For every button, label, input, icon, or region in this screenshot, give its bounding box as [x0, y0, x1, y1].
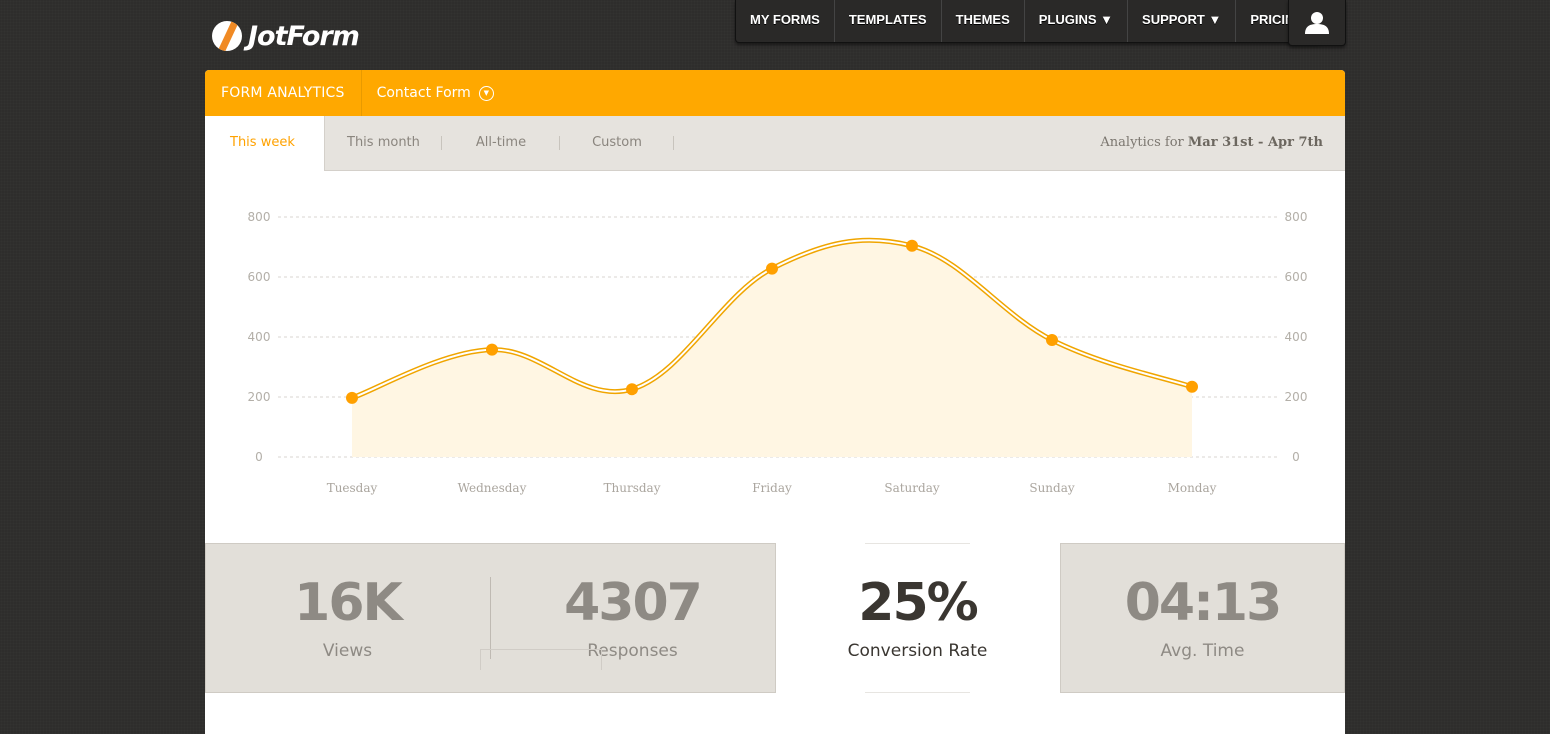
x-tick-label: Sunday [1029, 481, 1075, 495]
data-point-monday [1186, 380, 1198, 393]
data-point-thursday [626, 383, 638, 396]
top-navigation: MY FORMS TEMPLATES THEMES PLUGINS ▼ SUPP… [735, 0, 1320, 43]
data-point-sunday [1046, 334, 1058, 346]
nav-my-forms[interactable]: MY FORMS [736, 0, 835, 42]
views-line-chart: 0 0 200 200 400 400 600 600 800 800 Tuesday Wednesd… [248, 210, 1308, 495]
nav-templates[interactable]: TEMPLATES [835, 0, 942, 42]
stats-row: 16K Views 4307 Responses 25% Conversion … [205, 543, 1345, 693]
tab-all-time[interactable]: All-time [442, 116, 561, 170]
stat-conversion-rate: 25% Conversion Rate [775, 543, 1060, 691]
nav-plugins[interactable]: PLUGINS ▼ [1025, 0, 1129, 42]
jotform-logo-icon [212, 21, 242, 51]
bottom-panel-tab [480, 649, 602, 670]
stat-label: Conversion Rate [847, 641, 988, 661]
data-point-tuesday [346, 391, 358, 404]
user-icon [1305, 11, 1329, 34]
nav-themes[interactable]: THEMES [942, 0, 1025, 42]
y-tick-label-right: 400 [1285, 330, 1308, 344]
analytics-card: FORM ANALYTICS Contact Form ▼ This week … [205, 70, 1345, 734]
stat-avg-time: 04:13 Avg. Time [1060, 543, 1345, 691]
x-tick-label: Monday [1168, 481, 1217, 495]
tab-this-week[interactable]: This week [205, 115, 325, 171]
y-tick-label-right: 800 [1285, 210, 1308, 224]
stat-value: 16K [294, 573, 403, 633]
user-account-button[interactable] [1288, 0, 1346, 46]
jotform-logo[interactable]: JotForm [212, 18, 360, 54]
stats-highlight-bottom-line [865, 692, 970, 693]
tab-custom[interactable]: Custom [560, 116, 674, 170]
chevron-down-circle-icon: ▼ [478, 85, 494, 101]
page-title: FORM ANALYTICS [205, 70, 362, 116]
y-tick-label-left: 800 [248, 210, 271, 224]
stat-views: 16K Views [205, 543, 490, 691]
data-point-saturday [906, 239, 918, 252]
y-tick-label-left: 600 [248, 270, 271, 284]
stat-value: 25% [858, 573, 978, 633]
form-selector[interactable]: Contact Form ▼ [362, 85, 509, 101]
x-tick-label: Friday [752, 481, 792, 495]
stat-label: Views [322, 641, 373, 661]
y-tick-label-right: 200 [1285, 390, 1308, 404]
date-range-tabs: This week This month All-time Custom Ana… [205, 115, 1345, 171]
analytics-date-range: Analytics for Mar 31st - Apr 7th [1100, 116, 1323, 170]
form-selector-label: Contact Form [376, 85, 471, 101]
y-tick-label-right: 0 [1292, 450, 1300, 464]
data-point-wednesday [486, 343, 498, 356]
x-tick-label: Tuesday [327, 481, 378, 495]
range-prefix: Analytics for [1100, 135, 1184, 150]
tab-this-month[interactable]: This month [325, 116, 442, 170]
range-value: Mar 31st - Apr 7th [1187, 135, 1323, 150]
y-tick-label-right: 600 [1285, 270, 1308, 284]
analytics-header: FORM ANALYTICS Contact Form ▼ [205, 70, 1345, 116]
x-tick-label: Thursday [604, 481, 661, 495]
stat-value: 4307 [564, 573, 703, 633]
y-tick-label-left: 200 [248, 390, 271, 404]
data-point-friday [766, 262, 778, 275]
stat-label: Avg. Time [1160, 641, 1245, 661]
y-tick-label-left: 400 [248, 330, 271, 344]
stat-value: 04:13 [1124, 573, 1283, 633]
x-tick-label: Wednesday [458, 481, 527, 495]
x-tick-label: Saturday [884, 481, 939, 495]
brand-name: JotForm [248, 20, 360, 52]
y-tick-label-left: 0 [255, 450, 263, 464]
nav-support[interactable]: SUPPORT ▼ [1128, 0, 1237, 42]
